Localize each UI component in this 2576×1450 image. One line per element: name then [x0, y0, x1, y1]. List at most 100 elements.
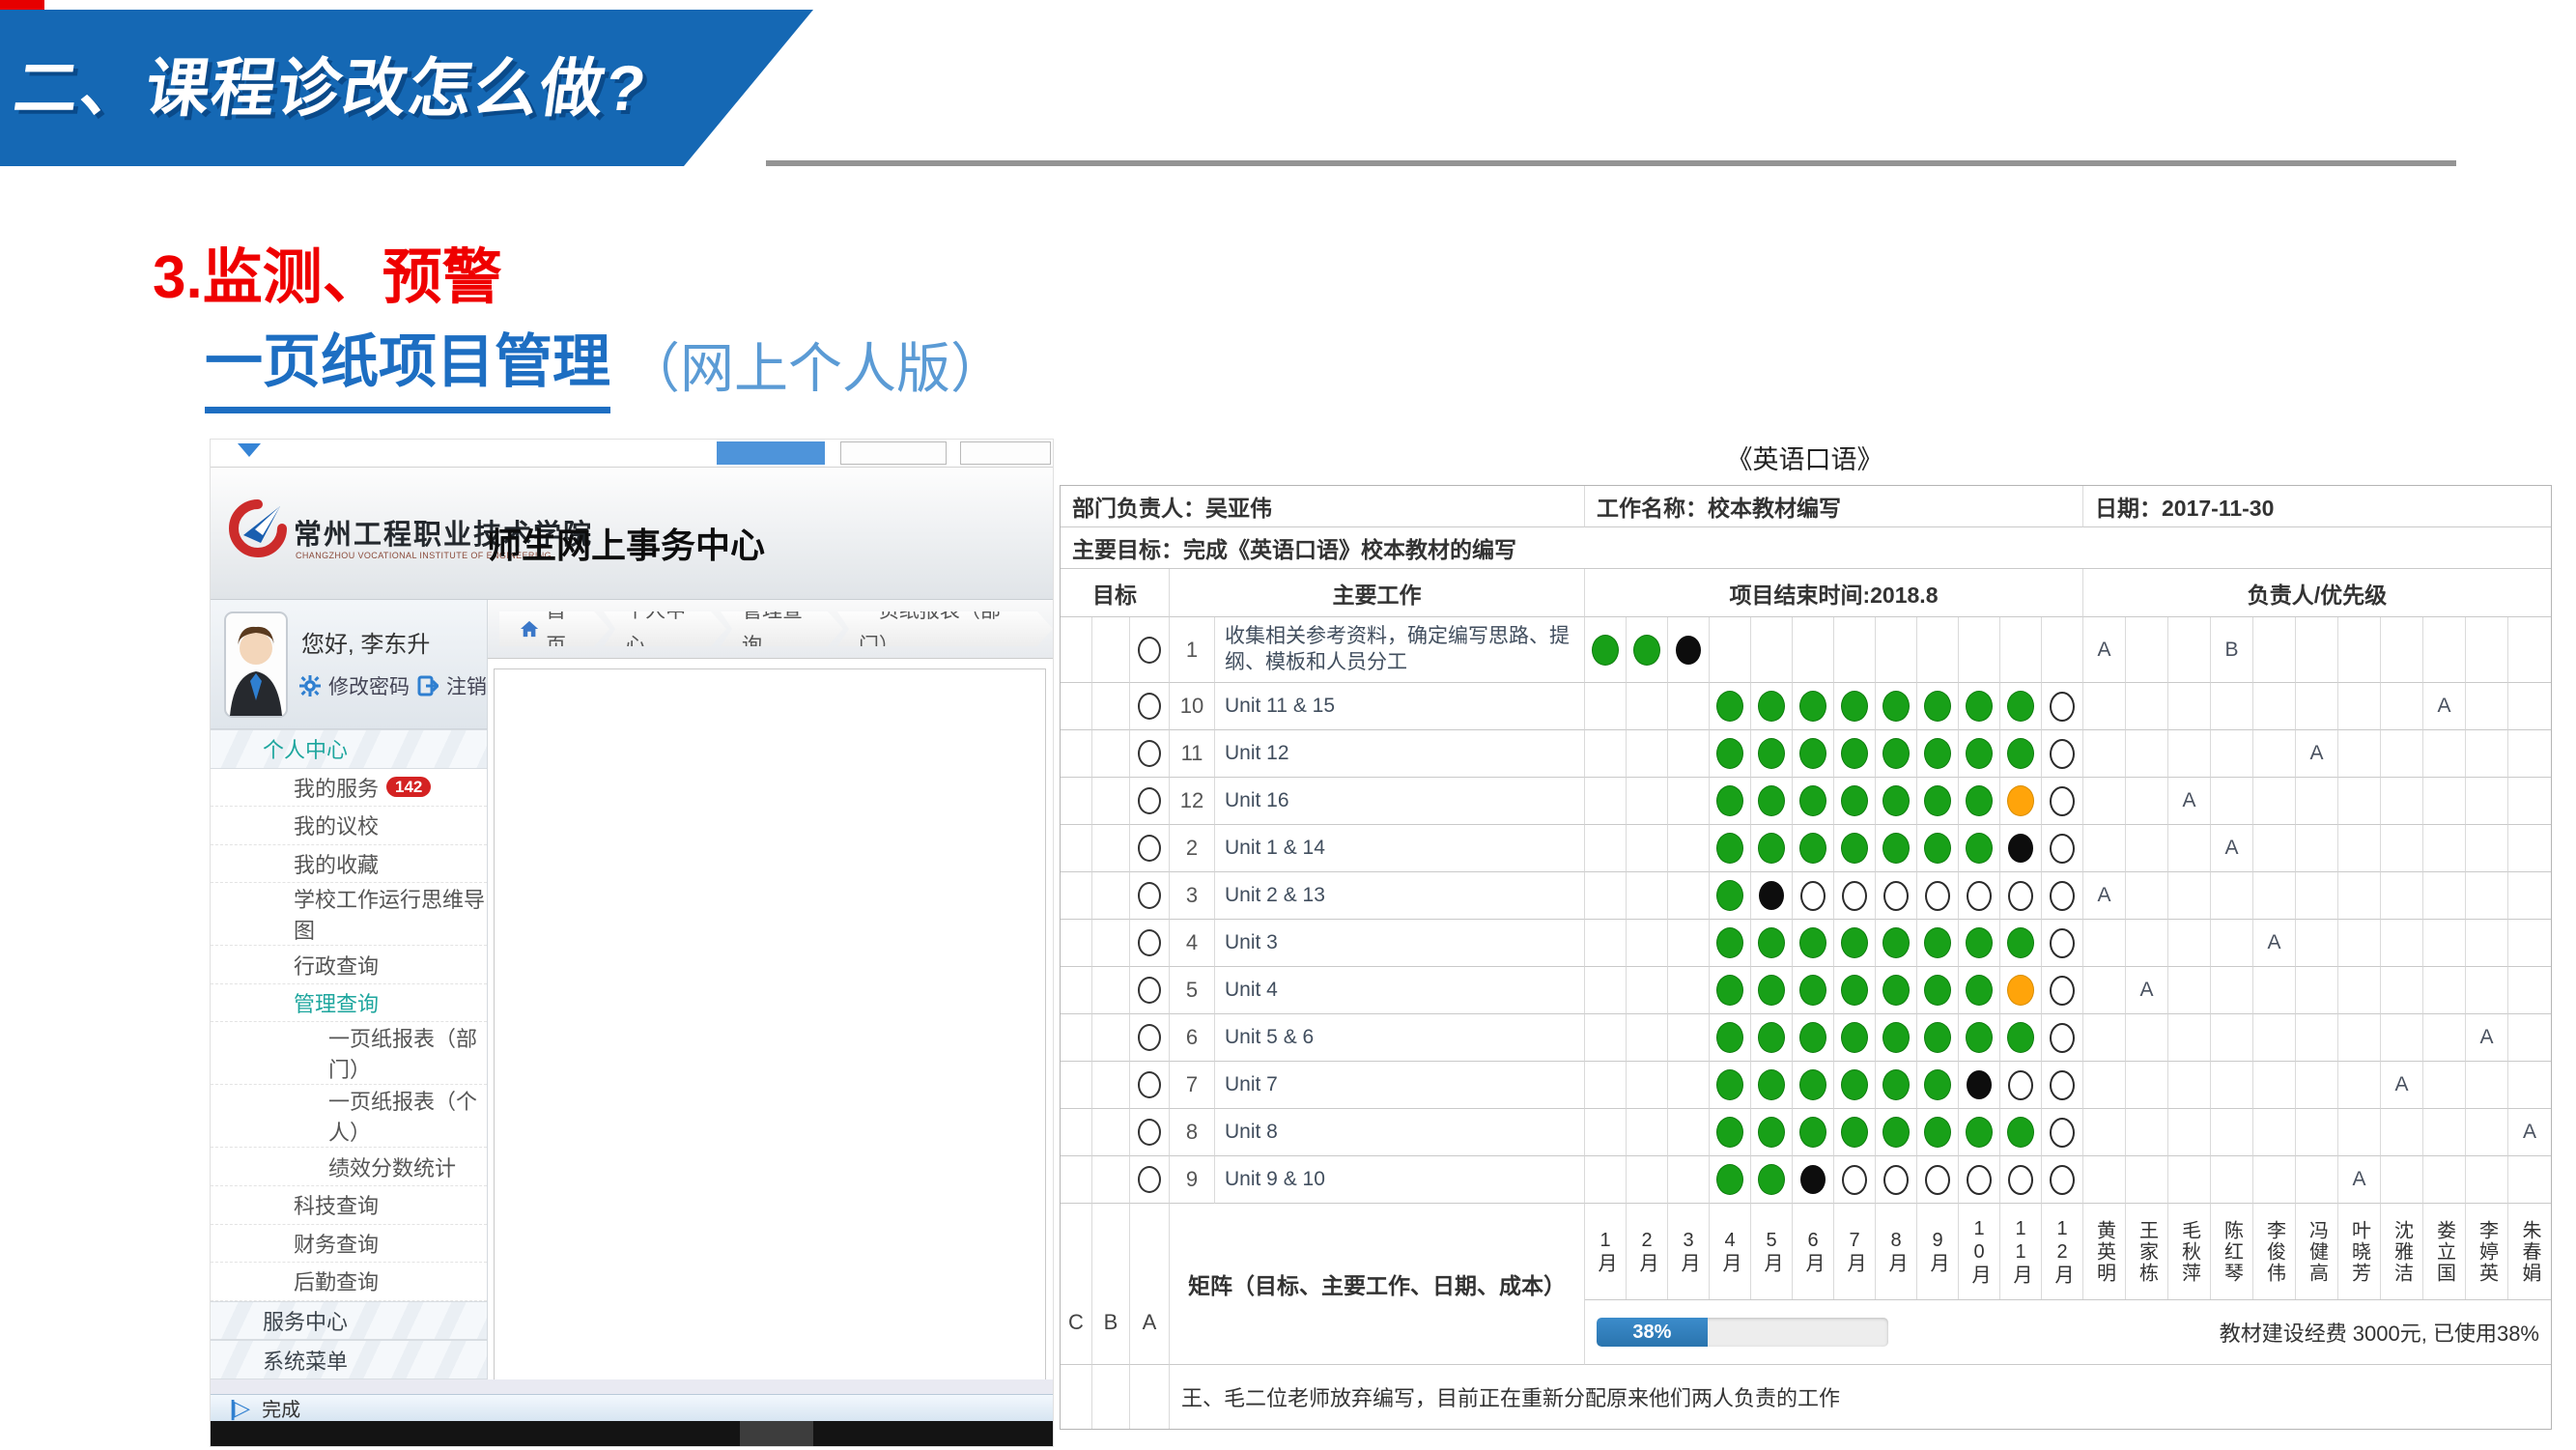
month-cell: [1959, 1062, 2000, 1109]
dot-green: [1758, 1117, 1785, 1148]
month-cell: [1751, 683, 1793, 730]
dot-green: [1924, 738, 1951, 769]
logout-link[interactable]: 注销: [446, 671, 487, 700]
sidebar-item-9[interactable]: 绩效分数统计: [211, 1148, 487, 1186]
task-number: 2: [1170, 825, 1215, 872]
month-cell: [1585, 617, 1627, 683]
dot-green: [1716, 738, 1743, 769]
owner-cell: [2253, 825, 2296, 872]
owner-cell: [2253, 730, 2296, 778]
owner-cell: [2381, 778, 2423, 825]
owner-cell: [2508, 967, 2551, 1014]
note-cell-b: [1092, 1365, 1130, 1429]
dot-green: [1966, 785, 1993, 816]
priority-cell-b: [1092, 1156, 1130, 1204]
month-cell: [1834, 1014, 1876, 1062]
person-name: 沈雅洁: [2392, 1220, 2413, 1284]
sidebar-item-12[interactable]: 后勤查询: [211, 1263, 487, 1301]
month-cell: [1585, 1156, 1627, 1204]
goal-circle-cell: [1130, 1109, 1170, 1156]
priority-cell-b: [1092, 825, 1130, 872]
cropped-button[interactable]: [840, 441, 947, 465]
month-cell: [1876, 1109, 1917, 1156]
owner-cell: [2466, 617, 2508, 683]
month-cell: [1834, 1062, 1876, 1109]
col-header-goal: 目标: [1061, 569, 1170, 617]
home-icon: [521, 620, 538, 638]
change-password-link[interactable]: 修改密码: [328, 671, 410, 700]
owner-priority-cell: A: [2296, 730, 2338, 778]
sidebar-item-7[interactable]: 一页纸报表（部门）: [211, 1022, 487, 1085]
dot-green: [1882, 927, 1910, 958]
priority-cell-b: [1092, 872, 1130, 920]
owner-cell: [2211, 1156, 2253, 1204]
owner-cell: [2083, 825, 2126, 872]
sidebar-item-2[interactable]: 我的议校: [211, 807, 487, 845]
dot-black: [1759, 881, 1784, 910]
month-cell: [1627, 617, 1668, 683]
chevron-down-icon[interactable]: [236, 441, 263, 461]
task-label: 收集相关参考资料，确定编写思路、提纲、模板和人员分工: [1215, 617, 1585, 683]
month-label: 6月: [1802, 1230, 1824, 1274]
month-cell: [2042, 683, 2083, 730]
owner-cell: [2466, 683, 2508, 730]
dot-open: [2050, 1118, 2075, 1148]
sidebar-item-6[interactable]: 管理查询: [211, 984, 487, 1023]
sidebar-item-0[interactable]: 个人中心: [211, 729, 487, 769]
month-cell: [1668, 920, 1710, 967]
month-cell: [1876, 1014, 1917, 1062]
cropped-blue-button[interactable]: [717, 441, 825, 465]
dot-green: [1716, 785, 1743, 816]
dot-green: [1924, 1117, 1951, 1148]
priority-cell-b: [1092, 1062, 1130, 1109]
month-cell: [1668, 778, 1710, 825]
goal-circle: [1138, 637, 1161, 664]
owner-cell: [2423, 778, 2466, 825]
month-cell: [1917, 825, 1959, 872]
col-header-owner: 负责人/优先级: [2083, 569, 2551, 617]
sidebar-item-14[interactable]: 系统菜单: [211, 1340, 487, 1379]
owner-cell: [2381, 825, 2423, 872]
owner-cell: [2211, 730, 2253, 778]
sidebar-item-5[interactable]: 行政查询: [211, 946, 487, 984]
month-label-cell: 3月: [1668, 1204, 1710, 1299]
goal-circle-cell: [1130, 825, 1170, 872]
breadcrumb-item-3[interactable]: 一页纸报表（部门）: [837, 611, 1053, 646]
owner-cell: [2253, 1109, 2296, 1156]
priority-cell-b: [1092, 730, 1130, 778]
breadcrumb-item-1[interactable]: 个人中心: [604, 611, 726, 646]
month-cell: [2000, 1062, 2042, 1109]
month-cell: [2000, 1156, 2042, 1204]
priority-cell-c: [1061, 730, 1092, 778]
owner-cell: [2508, 730, 2551, 778]
goal-circle: [1138, 740, 1161, 767]
report-grid: 部门负责人：吴亚伟工作名称：校本教材编写日期：2017-11-30主要目标：完成…: [1060, 485, 2552, 1430]
owner-cell: [2296, 1014, 2338, 1062]
sidebar-item-13[interactable]: 服务中心: [211, 1301, 487, 1341]
cropped-button[interactable]: [960, 441, 1051, 465]
owner-cell: [2168, 1014, 2211, 1062]
sidebar-item-11[interactable]: 财务查询: [211, 1225, 487, 1264]
sidebar-item-4[interactable]: 学校工作运行思维导图: [211, 883, 487, 946]
sidebar-item-3[interactable]: 我的收藏: [211, 845, 487, 884]
breadcrumb-item-0[interactable]: 首页: [499, 611, 609, 646]
owner-cell: [2168, 683, 2211, 730]
sidebar-item-1[interactable]: 我的服务142: [211, 769, 487, 808]
month-cell: [2000, 730, 2042, 778]
month-cell: [1627, 778, 1668, 825]
breadcrumb-item-2[interactable]: 管理查询: [721, 611, 843, 646]
sidebar-item-10[interactable]: 科技查询: [211, 1186, 487, 1225]
month-cell: [1751, 1062, 1793, 1109]
priority-cell-c: [1061, 872, 1092, 920]
dot-green: [1799, 1069, 1826, 1100]
owner-cell: [2296, 1062, 2338, 1109]
sidebar-item-8[interactable]: 一页纸报表（个人）: [211, 1085, 487, 1148]
goal-circle-cell: [1130, 1014, 1170, 1062]
breadcrumb-label: 个人中心: [625, 594, 699, 664]
task-number: 7: [1170, 1062, 1215, 1109]
month-cell: [1585, 967, 1627, 1014]
dot-open: [2050, 1023, 2075, 1053]
month-cell: [1793, 683, 1834, 730]
owner-priority-cell: A: [2083, 617, 2126, 683]
owner-priority-cell: A: [2338, 1156, 2381, 1204]
